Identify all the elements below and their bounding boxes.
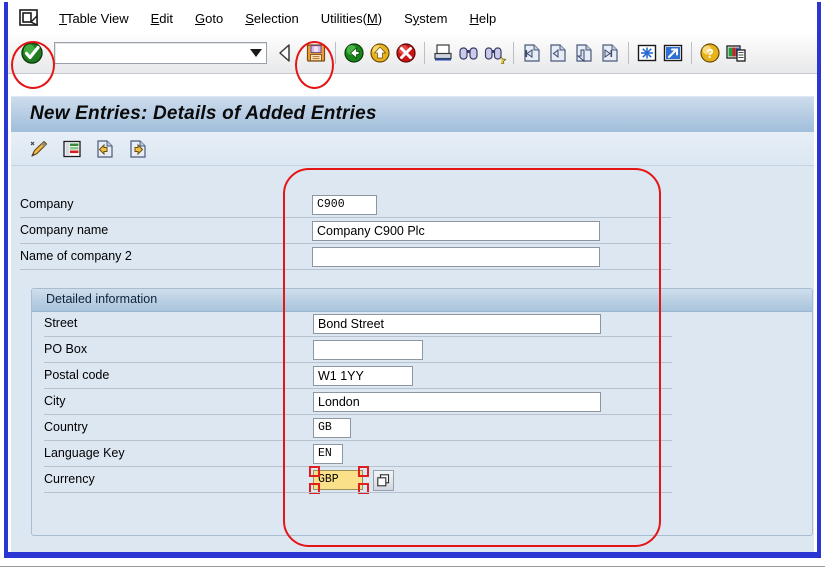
edit-pencil-icon[interactable]	[28, 138, 50, 160]
cancel-red-icon[interactable]	[395, 42, 417, 64]
toolbar-separator	[424, 42, 425, 64]
row-divider	[20, 269, 671, 270]
form-row-name-of-company-2: Name of company 2	[11, 244, 814, 270]
menu-item-edit[interactable]: Edit	[140, 9, 184, 28]
toolbar-separator	[335, 42, 336, 64]
form-area: Company C900 Company name Company C900 P…	[11, 166, 814, 552]
customize-layout-icon[interactable]	[725, 42, 747, 64]
field-label-name-of-company-2: Name of company 2	[20, 249, 132, 263]
next-page-icon[interactable]	[573, 42, 595, 64]
form-row-country: Country GB	[32, 415, 812, 441]
help-icon[interactable]: ?	[699, 42, 721, 64]
save-icon[interactable]	[305, 42, 327, 64]
previous-entry-icon[interactable]	[94, 138, 116, 160]
menu-label: Table View	[65, 10, 129, 26]
field-label-postal-code: Postal code	[44, 368, 110, 382]
enter-ok-icon[interactable]	[19, 40, 45, 66]
company-field[interactable]: C900	[312, 195, 377, 215]
name-of-company-2-field[interactable]	[312, 247, 600, 267]
form-row-company: Company C900	[11, 192, 814, 218]
menu-label: oto	[205, 10, 224, 26]
field-label-po-box: PO Box	[44, 342, 88, 356]
back-arrow-gray-icon[interactable]	[275, 42, 297, 64]
country-field[interactable]: GB	[313, 418, 351, 438]
group-header: Detailed information	[32, 289, 812, 312]
application-toolbar	[11, 132, 814, 166]
company-name-field[interactable]: Company C900 Plc	[312, 221, 600, 241]
form-row-postal-code: Postal code W1 1YY	[32, 363, 812, 389]
menu-item-utilities[interactable]: Utilities(M)	[310, 9, 393, 28]
menu-bar: TTable View Edit Goto Selection Utilitie…	[8, 4, 817, 32]
find-next-icon[interactable]	[484, 42, 507, 66]
svg-text:?: ?	[706, 46, 714, 61]
sap-gui-window: TTable View Edit Goto Selection Utilitie…	[0, 0, 825, 576]
system-menu-icon[interactable]	[18, 8, 40, 28]
postal-code-field[interactable]: W1 1YY	[313, 366, 413, 386]
print-icon[interactable]	[432, 42, 454, 64]
table-layout-icon[interactable]	[61, 138, 83, 160]
field-label-language-key: Language Key	[44, 446, 125, 460]
form-row-city: City London	[32, 389, 812, 415]
city-field[interactable]: London	[313, 392, 601, 412]
toolbar-separator	[691, 42, 692, 64]
page-title: New Entries: Details of Added Entries	[30, 103, 377, 124]
menu-item-table-view[interactable]: TTable View	[48, 9, 140, 28]
form-row-currency: Currency GBP	[32, 466, 812, 494]
form-row-language-key: Language Key EN	[32, 441, 812, 467]
create-shortcut-icon[interactable]	[662, 42, 684, 64]
first-page-icon[interactable]	[521, 42, 543, 64]
form-row-street: Street Bond Street	[32, 311, 812, 337]
toolbar-separator	[628, 42, 629, 64]
menu-item-selection[interactable]: Selection	[234, 9, 309, 28]
chevron-down-icon[interactable]	[246, 43, 266, 63]
currency-field[interactable]: GBP	[313, 470, 363, 490]
previous-page-icon[interactable]	[547, 42, 569, 64]
back-green-icon[interactable]	[343, 42, 365, 64]
window-border-right	[817, 2, 821, 558]
group-header-label: Detailed information	[46, 292, 158, 306]
form-row-po-box: PO Box	[32, 337, 812, 363]
new-session-icon[interactable]	[636, 42, 658, 64]
street-field[interactable]: Bond Street	[313, 314, 601, 334]
menu-label: election	[253, 10, 299, 26]
window-border-left	[4, 2, 8, 558]
field-label-company-name: Company name	[20, 223, 109, 237]
command-field[interactable]	[54, 42, 267, 64]
next-entry-icon[interactable]	[127, 138, 149, 160]
detailed-information-group: Detailed information Street Bond Street …	[31, 288, 813, 536]
menu-item-goto[interactable]: Goto	[184, 9, 234, 28]
field-label-city: City	[44, 394, 66, 408]
po-box-field[interactable]	[313, 340, 423, 360]
menu-item-help[interactable]: Help	[458, 9, 507, 28]
menu-item-system[interactable]: System	[393, 9, 458, 28]
menu-label: dit	[159, 10, 173, 26]
exit-yellow-icon[interactable]	[369, 42, 391, 64]
field-label-company: Company	[20, 197, 74, 211]
row-divider	[44, 492, 672, 493]
window-border-bottom	[4, 552, 821, 558]
field-label-country: Country	[44, 420, 88, 434]
standard-toolbar: ?	[8, 33, 817, 74]
form-row-company-name: Company name Company C900 Plc	[11, 218, 814, 244]
last-page-icon[interactable]	[599, 42, 621, 64]
field-label-currency: Currency	[44, 472, 95, 486]
toolbar-separator	[513, 42, 514, 64]
language-key-field[interactable]: EN	[313, 444, 343, 464]
command-input[interactable]	[55, 43, 246, 63]
field-label-street: Street	[44, 316, 78, 330]
currency-search-help-button[interactable]	[373, 470, 394, 491]
find-icon[interactable]	[458, 42, 480, 64]
